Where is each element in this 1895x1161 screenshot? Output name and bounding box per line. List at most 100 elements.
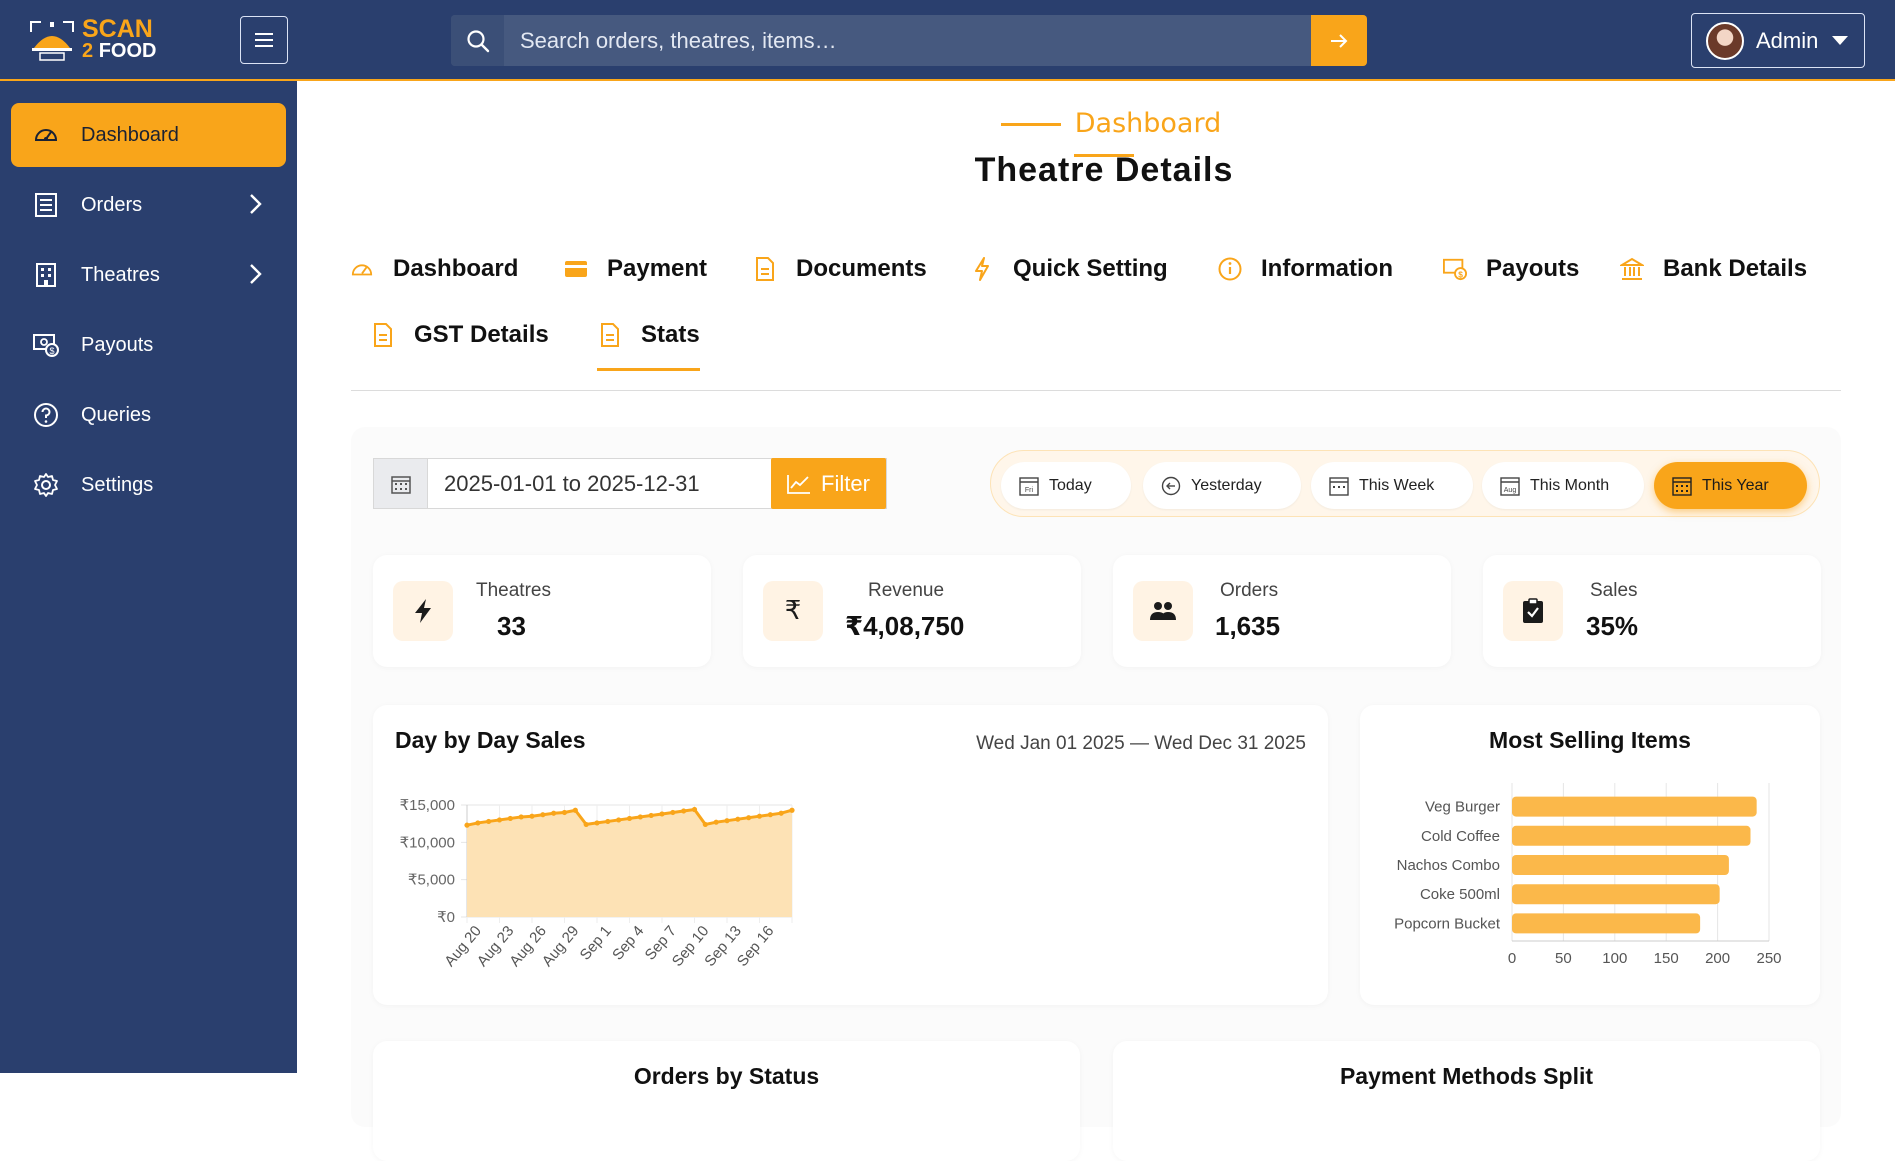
sales-point	[659, 811, 665, 817]
logo[interactable]: SCAN 2 FOOD	[30, 16, 170, 64]
tab-payouts[interactable]: $ Payouts	[1442, 249, 1579, 289]
range-label: Yesterday	[1191, 476, 1262, 494]
x-tick-label: Sep 4	[609, 923, 647, 964]
cash-icon: $	[31, 330, 61, 360]
sales-point	[507, 815, 513, 822]
sidebar-item-queries[interactable]: Queries	[11, 383, 286, 447]
calendar-icon	[374, 459, 428, 508]
document-icon	[370, 322, 396, 348]
tab-gst-details[interactable]: GST Details	[370, 315, 549, 355]
sidebar-item-payouts[interactable]: $ Payouts	[11, 313, 286, 377]
sales-point	[735, 816, 741, 822]
eyebrow-text: Dashboard	[1074, 108, 1222, 139]
sidebar-item-label: Orders	[81, 193, 143, 216]
stat-value: 1,635	[1215, 611, 1281, 641]
sales-point	[778, 810, 784, 816]
sales-point	[681, 808, 687, 814]
sales-point	[475, 820, 481, 826]
sidebar-item-dashboard[interactable]: Dashboard	[11, 103, 286, 167]
stat-label: Sales	[1590, 580, 1638, 601]
logo-line2: 2 FOOD	[82, 40, 156, 62]
orders-by-status-title: Orders by Status	[633, 1063, 820, 1089]
sales-point	[756, 813, 763, 819]
stat-card-orders: Orders 1,635	[1113, 555, 1451, 667]
tab-payment[interactable]: Payment	[563, 249, 707, 289]
payment-split-title: Payment Methods Split	[1339, 1063, 1594, 1089]
tab-label: Payment	[607, 255, 708, 282]
y-tick-label: ₹15,000	[400, 797, 455, 814]
most-selling-chart: 0 50 100 150 200 250 Veg Burger Cold Coffee Nach…	[1394, 783, 1782, 967]
tab-label: Quick Setting	[1013, 255, 1168, 282]
calendar-grid-icon	[1672, 476, 1692, 496]
search-icon[interactable]	[451, 15, 504, 66]
tab-bank-details[interactable]: Bank Details	[1619, 249, 1807, 289]
sidebar-item-orders[interactable]: Orders	[11, 173, 286, 237]
range-label: This Week	[1359, 476, 1435, 494]
cash-icon: $	[1442, 256, 1468, 282]
bar	[1512, 884, 1720, 905]
user-menu-button[interactable]: Admin	[1691, 13, 1865, 68]
logo-icon	[30, 21, 74, 61]
calendar-month-icon: Aug	[1500, 476, 1520, 496]
calendar-week-icon	[1329, 476, 1349, 496]
rupee-icon: ₹	[763, 581, 823, 641]
orders-by-status-card: Orders by Status	[373, 1041, 1080, 1161]
x-tick-label: 0	[1508, 950, 1516, 967]
range-label: This Month	[1530, 476, 1610, 494]
category-label: Cold Coffee	[1421, 828, 1500, 845]
category-label: Veg Burger	[1425, 799, 1500, 816]
search-input[interactable]	[504, 15, 1311, 66]
caret-down-icon	[1832, 36, 1849, 45]
sales-point	[691, 806, 698, 813]
sidebar-item-label: Dashboard	[81, 123, 179, 146]
sales-point	[529, 813, 535, 819]
sales-point	[746, 815, 752, 821]
svg-text:$: $	[1458, 269, 1463, 279]
day-sales-chart: ₹0₹5,000₹10,000₹15,000Aug 20Aug 23Aug 26…	[400, 797, 795, 970]
sales-point	[789, 807, 795, 813]
sales-point	[702, 821, 708, 828]
sales-point	[518, 814, 524, 820]
tab-information[interactable]: Information	[1217, 249, 1393, 289]
tab-label: Bank Details	[1663, 255, 1808, 282]
category-label: Popcorn Bucket	[1394, 915, 1501, 932]
x-tick-label: 150	[1654, 950, 1679, 967]
x-tick-label: Sep 1	[577, 923, 615, 964]
filter-button[interactable]: Filter	[771, 458, 886, 509]
sidebar-item-label: Payouts	[81, 333, 154, 356]
info-icon	[1217, 256, 1243, 282]
tab-documents[interactable]: Documents	[752, 249, 927, 289]
search-submit-button[interactable]	[1311, 15, 1367, 66]
back-circle-icon	[1161, 476, 1181, 496]
range-this-year-button[interactable]: This Year	[1654, 462, 1807, 509]
tab-dashboard[interactable]: Dashboard	[349, 249, 518, 289]
document-icon	[752, 256, 778, 282]
sales-point	[626, 815, 633, 822]
sales-area	[467, 809, 792, 917]
payment-split-card: Payment Methods Split	[1113, 1041, 1820, 1161]
range-yesterday-button[interactable]: Yesterday	[1143, 462, 1301, 509]
page-title: Theatre Details	[974, 151, 1234, 189]
sales-point	[496, 817, 503, 823]
bar	[1512, 796, 1757, 817]
sidebar-item-label: Queries	[81, 403, 152, 426]
range-label: This Year	[1702, 476, 1769, 494]
sales-point	[724, 818, 730, 824]
range-this-month-button[interactable]: Aug This Month	[1482, 462, 1644, 509]
hamburger-menu-button[interactable]	[240, 16, 288, 64]
range-this-week-button[interactable]: This Week	[1311, 462, 1473, 509]
bar	[1512, 913, 1701, 934]
range-today-button[interactable]: Fri Today	[1001, 462, 1131, 509]
logo-line1: SCAN	[82, 15, 153, 43]
sidebar-item-settings[interactable]: Settings	[11, 453, 286, 517]
sales-point	[486, 818, 492, 825]
users-icon	[1133, 581, 1193, 641]
hamburger-icon	[255, 33, 273, 47]
x-tick-label: 250	[1756, 950, 1781, 967]
tab-quick-setting[interactable]: Quick Setting	[969, 249, 1168, 289]
stat-label: Orders	[1220, 580, 1279, 601]
tab-stats[interactable]: Stats	[597, 315, 700, 371]
sidebar-item-theatres[interactable]: Theatres	[11, 243, 286, 307]
tab-label: Documents	[796, 255, 927, 282]
sidebar-item-label: Theatres	[81, 263, 160, 286]
